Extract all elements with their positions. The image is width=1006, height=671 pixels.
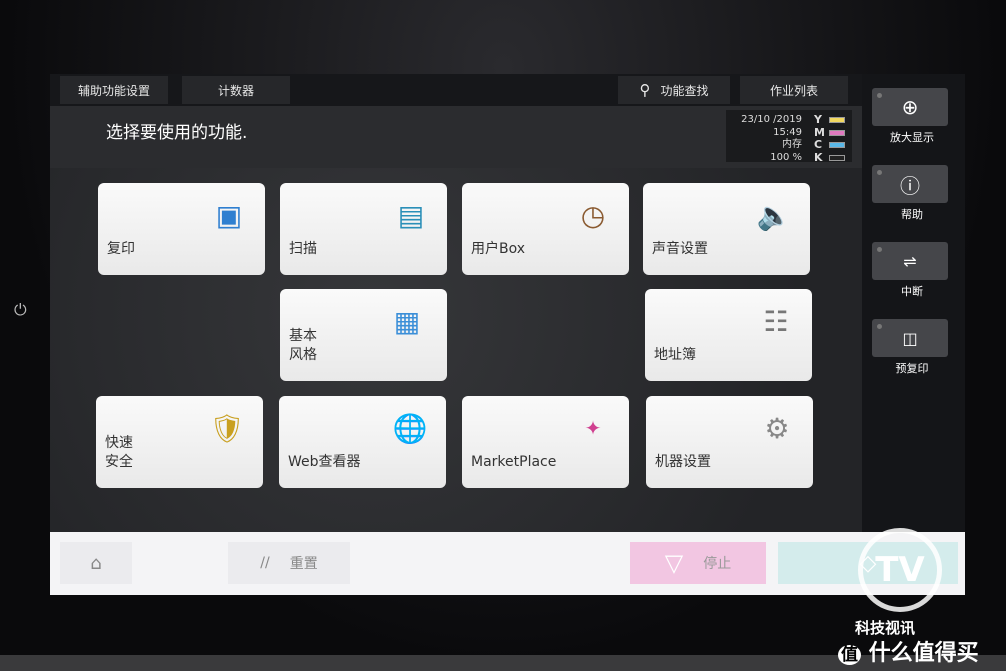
tile-label: 机器设置 — [655, 454, 711, 470]
right-panel: ⊕ 放大显示 ⓘ 帮助 ⇌ 中断 ◫ 预复印 — [862, 74, 965, 532]
title-bar: 选择要使用的功能. 23/10 /2019 15:49 内存 100 % Y M… — [50, 106, 862, 168]
time: 15:49 — [773, 126, 802, 138]
toner-cyan-level — [829, 142, 845, 148]
touch-screen: 辅助功能设置 计数器 ⚲ 功能查找 作业列表 选择要使用的功能. 23/10 /2… — [50, 74, 965, 595]
tile-label: MarketPlace — [471, 454, 557, 470]
tile-basic-style[interactable]: ▦ 基本 风格 — [280, 289, 447, 381]
copy-icon: ▣ — [215, 198, 243, 232]
stop-icon: ▽ — [664, 549, 684, 577]
tab-accessibility-settings[interactable]: 辅助功能设置 — [60, 76, 168, 104]
tile-label: 地址簿 — [654, 347, 696, 363]
interrupt-label: 中断 — [901, 285, 923, 298]
tile-marketplace[interactable]: ✦ MarketPlace — [462, 396, 629, 488]
toner-magenta-level — [829, 129, 845, 136]
home-button[interactable]: ⌂ — [60, 542, 132, 584]
tile-quick-security[interactable]: 🛡 快速 安全 — [96, 396, 263, 488]
tile-label: 声音设置 — [652, 241, 708, 257]
address-book-icon: ☷ — [763, 304, 789, 338]
function-grid: ▣ 复印 ▤ 扫描 ◷ 用户Box 🔈 声音设置 ▦ 基本 风格 ☷ 地址簿 🛡 快速 安全 … — [50, 168, 862, 532]
preview-copy-button[interactable]: ◫ — [872, 319, 948, 357]
tile-label: 快速 安全 — [105, 435, 133, 470]
ink-letter: C — [814, 138, 823, 151]
interrupt-button[interactable]: ⇌ — [872, 242, 948, 280]
preview-icon: ◫ — [902, 328, 918, 348]
zoom-display-button[interactable]: ⊕ — [872, 88, 948, 126]
basic-style-icon: ▦ — [393, 304, 421, 338]
tab-label: 作业列表 — [769, 83, 818, 98]
quick-security-icon: 🛡 — [209, 411, 245, 445]
scan-icon: ▤ — [397, 198, 425, 232]
date: 23/10 /2019 — [741, 114, 802, 125]
tab-counter[interactable]: 计数器 — [182, 76, 290, 104]
memory-label: 内存 — [782, 139, 802, 150]
tile-machine-settings[interactable]: ⚙ 机器设置 — [646, 396, 813, 488]
tile-label: 扫描 — [289, 241, 317, 257]
search-icon: ⚲ — [639, 81, 651, 99]
tab-label: 功能查找 — [660, 83, 709, 98]
watermark-text: 值 什么值得买 — [838, 635, 979, 667]
tile-copy[interactable]: ▣ 复印 — [98, 183, 265, 275]
home-icon: ⌂ — [90, 552, 102, 574]
tab-label: 辅助功能设置 — [77, 83, 150, 98]
tile-sound-settings[interactable]: 🔈 声音设置 — [643, 183, 810, 275]
zoom-in-icon: ⊕ — [901, 95, 919, 119]
ink-letter: Y — [814, 113, 822, 126]
tile-address-book[interactable]: ☷ 地址簿 — [645, 289, 812, 381]
stop-label: 停止 — [703, 556, 732, 572]
tile-user-box[interactable]: ◷ 用户Box — [462, 183, 629, 275]
globe-icon: 🌐 — [392, 411, 428, 445]
toner-black-level — [829, 154, 845, 161]
tile-label: 基本 风格 — [289, 328, 317, 363]
toner-yellow-level — [829, 117, 845, 123]
memory-value: 100 % — [770, 151, 802, 163]
ink-letter: K — [814, 150, 823, 164]
tile-scan[interactable]: ▤ 扫描 — [280, 183, 447, 275]
help-label: 帮助 — [901, 208, 923, 221]
user-box-icon: ◷ — [580, 198, 606, 232]
tab-label: 计数器 — [217, 83, 254, 98]
marketplace-icon: ✦ — [584, 416, 602, 440]
tile-label: 用户Box — [471, 241, 526, 257]
reset-button[interactable]: // 重置 — [228, 542, 350, 584]
help-button[interactable]: ⓘ — [872, 165, 948, 203]
sound-icon: 🔈 — [756, 198, 792, 232]
help-icon: ⓘ — [900, 173, 920, 198]
status-panel: 23/10 /2019 15:49 内存 100 % Y M C K — [726, 110, 852, 164]
interrupt-icon: ⇌ — [903, 251, 917, 271]
zoom-display-label: 放大显示 — [890, 131, 934, 144]
job-list-button[interactable]: 作业列表 — [740, 76, 848, 104]
watermark-logo: TV — [858, 528, 942, 612]
page-title: 选择要使用的功能. — [106, 123, 248, 143]
tile-web-browser[interactable]: 🌐 Web查看器 — [279, 396, 446, 488]
function-search-button[interactable]: ⚲ 功能查找 — [618, 76, 730, 104]
stop-button[interactable]: ▽ 停止 — [630, 542, 766, 584]
top-bar: 辅助功能设置 计数器 ⚲ 功能查找 作业列表 — [50, 74, 965, 106]
tile-label: 复印 — [107, 241, 135, 257]
gear-icon: ⚙ — [764, 411, 790, 445]
bottom-bar: ⌂ //重置 ▽ 停止 ◇ — [50, 532, 965, 595]
preview-copy-label: 预复印 — [895, 362, 929, 375]
tile-label: Web查看器 — [288, 454, 361, 470]
reset-icon: // — [260, 555, 270, 571]
power-icon: ⏻ — [14, 300, 27, 319]
reset-label: 重置 — [289, 556, 318, 572]
